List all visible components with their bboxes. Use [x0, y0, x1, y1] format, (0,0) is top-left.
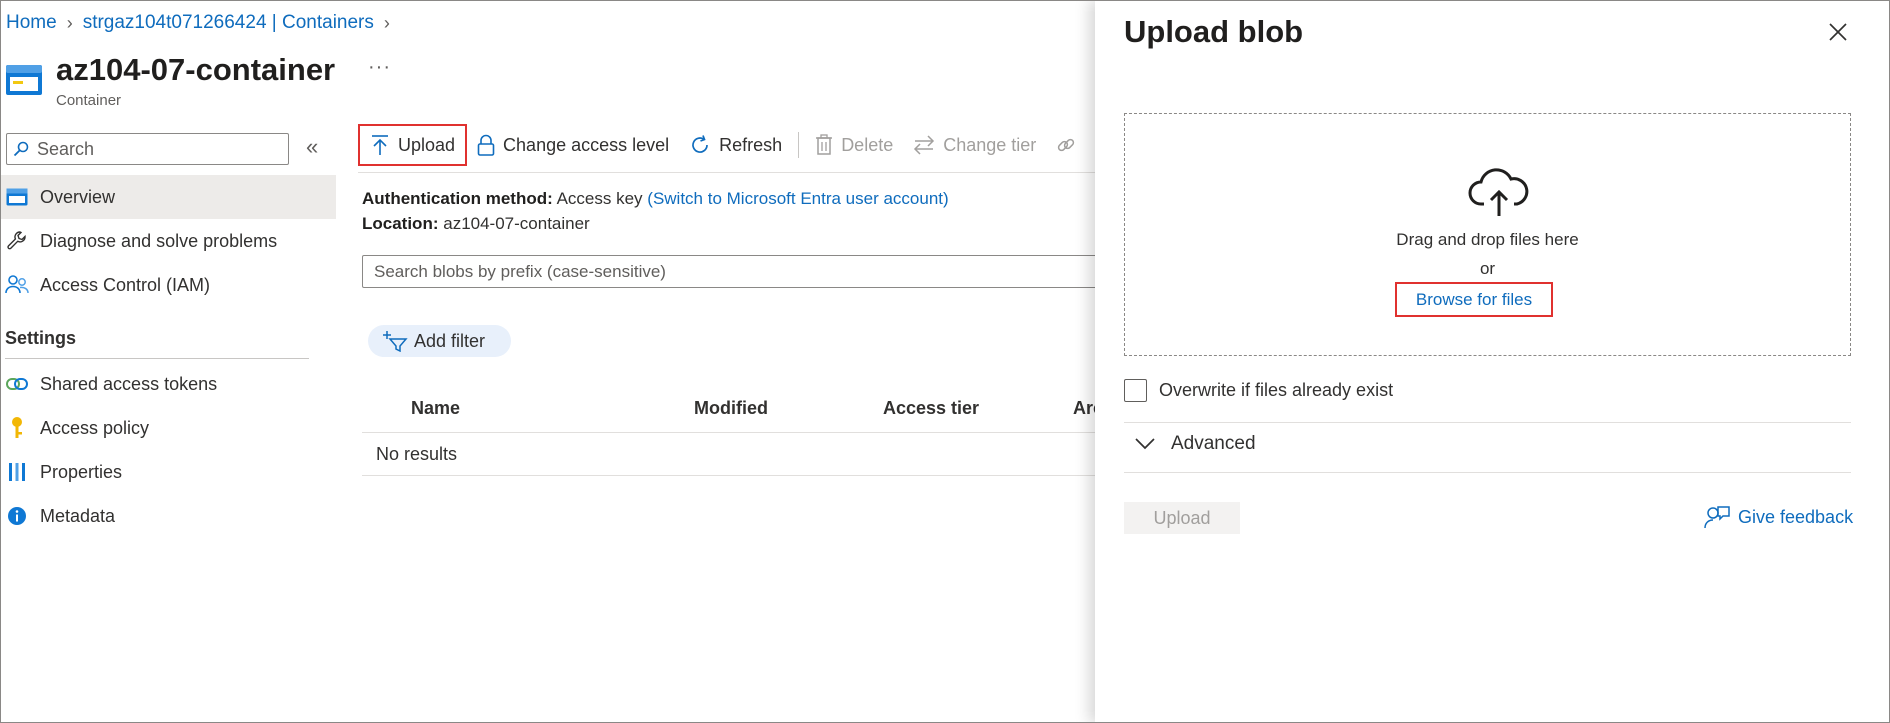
table-header-divider	[362, 432, 1102, 433]
overwrite-option[interactable]: Overwrite if files already exist	[1124, 379, 1393, 402]
file-drop-zone[interactable]: Drag and drop files here or Browse for f…	[1124, 113, 1851, 356]
chevron-right-icon: ›	[383, 12, 390, 33]
delete-button[interactable]: Delete	[805, 124, 903, 166]
blob-search-input[interactable]	[363, 256, 1101, 287]
give-feedback-label: Give feedback	[1738, 506, 1854, 527]
sidebar-search-input[interactable]	[35, 137, 275, 161]
cloud-upload-icon	[1468, 168, 1529, 216]
change-access-level-label: Change access level	[503, 134, 670, 155]
sidebar-item-overview[interactable]: Overview	[0, 175, 336, 219]
page-subtitle: Container	[56, 92, 122, 109]
delete-label: Delete	[841, 134, 894, 155]
upload-button[interactable]: Upload	[358, 124, 468, 166]
switch-auth-link[interactable]: (Switch to Microsoft Entra user account)	[647, 189, 948, 208]
collapse-sidebar-button[interactable]: «	[306, 134, 318, 160]
column-header-modified[interactable]: Modified	[694, 398, 768, 419]
sidebar-item-properties[interactable]: Properties	[0, 450, 336, 494]
upload-blob-panel: Upload blob Drag and drop files here or …	[1095, 0, 1890, 723]
container-icon	[4, 184, 30, 210]
link-chain-icon	[1058, 138, 1075, 152]
empty-table-message: No results	[376, 444, 458, 464]
upload-icon	[372, 135, 388, 155]
or-text: or	[1479, 259, 1496, 278]
auth-label: Authentication method:	[362, 189, 553, 208]
sidebar-item-label: Diagnose and solve problems	[40, 230, 278, 251]
breadcrumb-storage-account[interactable]: strgaz104t071266424 | Containers	[83, 12, 374, 34]
sidebar-item-metadata[interactable]: Metadata	[0, 494, 336, 538]
location-line: Location: az104-07-container	[362, 214, 590, 234]
refresh-button[interactable]: Refresh	[679, 124, 792, 166]
change-access-level-button[interactable]: Change access level	[467, 124, 679, 166]
auth-value: Access key	[556, 189, 643, 208]
acquire-lease-button[interactable]	[1046, 124, 1086, 166]
overwrite-label: Overwrite if files already exist	[1159, 380, 1394, 400]
refresh-icon	[692, 135, 709, 153]
sidebar-item-shared-access-tokens[interactable]: Shared access tokens	[0, 362, 336, 406]
container-icon	[6, 65, 42, 95]
page-title: az104-07-container	[56, 52, 336, 87]
divider	[1124, 472, 1851, 473]
feedback-icon	[1704, 506, 1730, 529]
sidebar-item-label: Overview	[40, 186, 116, 207]
close-icon[interactable]	[1826, 20, 1850, 44]
settings-heading: Settings	[5, 328, 77, 348]
sidebar-search[interactable]	[6, 133, 289, 165]
breadcrumb-home[interactable]: Home	[6, 12, 57, 34]
browse-for-files-label: Browse for files	[1415, 289, 1533, 309]
command-bar: Upload Change access level Refresh Delet…	[358, 124, 1086, 166]
location-label: Location:	[362, 214, 439, 233]
upload-button-label: Upload	[398, 134, 456, 155]
authentication-method-line: Authentication method: Access key (Switc…	[362, 189, 949, 209]
sidebar-item-iam[interactable]: Access Control (IAM)	[0, 263, 336, 307]
trash-icon	[816, 134, 833, 155]
people-icon	[4, 272, 30, 298]
swap-icon	[914, 135, 935, 155]
sidebar-item-diagnose[interactable]: Diagnose and solve problems	[0, 219, 336, 263]
chevron-down-icon	[1135, 438, 1155, 450]
wrench-icon	[4, 228, 30, 254]
panel-title: Upload blob	[1124, 14, 1304, 49]
toolbar-divider	[798, 132, 800, 158]
drag-drop-text: Drag and drop files here	[1396, 230, 1579, 249]
breadcrumb: Home › strgaz104t071266424 | Containers …	[6, 12, 390, 34]
add-filter-button[interactable]: Add filter	[368, 325, 512, 357]
sidebar-item-access-policy[interactable]: Access policy	[0, 406, 336, 450]
info-icon	[4, 503, 30, 529]
blob-search-box[interactable]	[362, 255, 1102, 288]
more-options-button[interactable]: ···	[368, 56, 391, 79]
toolbar-divider	[358, 172, 1098, 173]
change-tier-label: Change tier	[943, 134, 1037, 155]
column-header-access-tier[interactable]: Access tier	[883, 398, 979, 419]
change-tier-button[interactable]: Change tier	[903, 124, 1046, 166]
browse-for-files-link[interactable]: Browse for files	[1395, 282, 1553, 317]
advanced-label: Advanced	[1171, 433, 1256, 454]
give-feedback-link[interactable]: Give feedback	[1704, 505, 1853, 529]
location-value: az104-07-container	[443, 214, 590, 233]
sidebar-item-label: Properties	[40, 461, 123, 482]
sidebar-item-label: Shared access tokens	[40, 373, 218, 394]
sidebar-item-label: Access policy	[40, 417, 150, 438]
divider	[1124, 422, 1851, 423]
link-icon	[4, 371, 30, 397]
search-icon	[13, 141, 29, 157]
advanced-section-toggle[interactable]: Advanced	[1135, 433, 1256, 455]
properties-icon	[4, 459, 30, 485]
filter-add-icon	[383, 331, 408, 352]
add-filter-label: Add filter	[414, 330, 486, 351]
refresh-label: Refresh	[719, 134, 783, 155]
sidebar-item-label: Metadata	[40, 505, 116, 526]
chevron-right-icon: ›	[66, 12, 73, 33]
upload-submit-button[interactable]: Upload	[1124, 502, 1240, 534]
divider	[5, 358, 309, 359]
table-divider	[362, 475, 1102, 476]
column-header-name[interactable]: Name	[411, 398, 460, 419]
lock-icon	[477, 134, 495, 156]
sidebar-item-label: Access Control (IAM)	[40, 274, 211, 295]
overwrite-checkbox[interactable]	[1124, 379, 1147, 402]
key-icon	[4, 415, 30, 441]
